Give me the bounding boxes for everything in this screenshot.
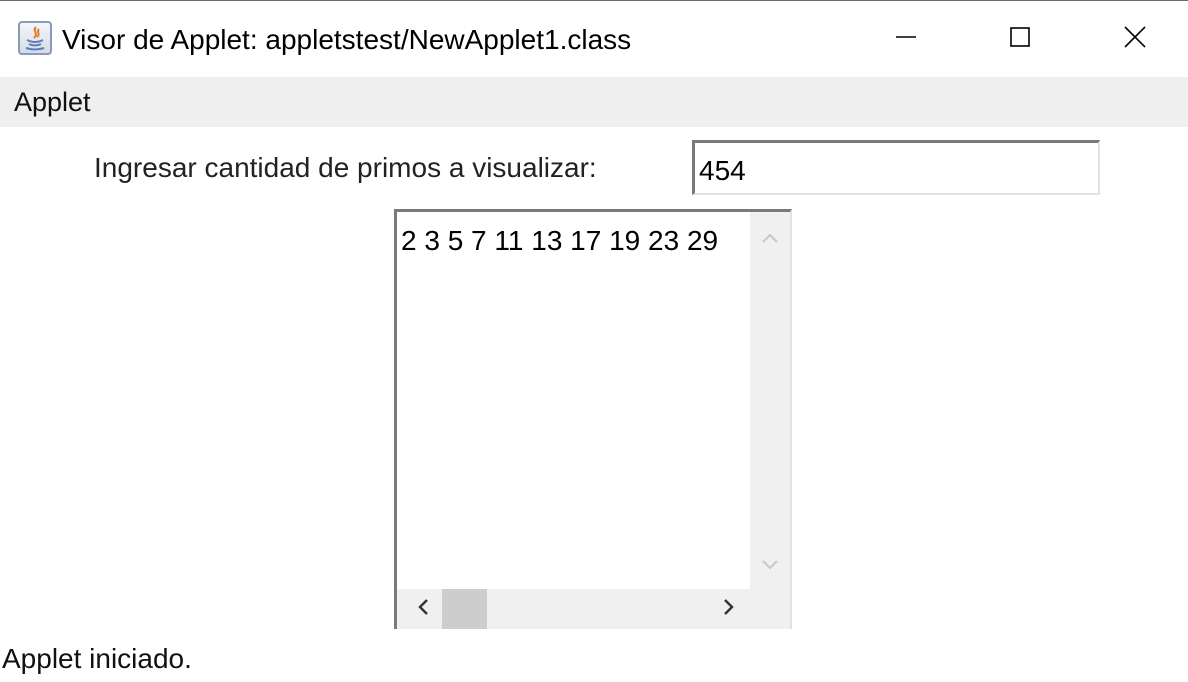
chevron-up-icon [761,231,779,249]
primes-output: 2 3 5 7 11 13 17 19 23 29 [401,225,719,256]
menu-applet[interactable]: Applet [14,86,91,118]
chevron-left-icon [417,598,429,621]
prime-count-label: Ingresar cantidad de primos a visualizar… [94,152,597,183]
scroll-down-button[interactable] [750,547,790,587]
vertical-scrollbar[interactable] [750,212,790,589]
maximize-icon [1009,26,1031,53]
window-title: Visor de Applet: appletstest/NewApplet1.… [62,24,632,55]
primes-text-area[interactable]: 2 3 5 7 11 13 17 19 23 29 [394,209,792,629]
scroll-up-button[interactable] [750,220,790,260]
minimize-icon [895,26,917,53]
java-applet-icon[interactable] [18,21,52,55]
status-text: Applet iniciado. [2,643,192,674]
title-bar[interactable]: Visor de Applet: appletstest/NewApplet1.… [0,0,1188,78]
horizontal-scroll-thumb[interactable] [442,589,487,629]
chevron-down-icon [761,558,779,576]
minimize-button[interactable] [848,2,963,77]
close-icon [1123,25,1147,54]
scrollbar-corner [750,589,790,629]
maximize-button[interactable] [962,2,1077,77]
close-button[interactable] [1077,2,1188,77]
horizontal-scrollbar[interactable] [397,589,750,629]
scroll-left-button[interactable] [403,589,443,629]
prime-count-input[interactable] [692,140,1100,195]
menu-bar: Applet [0,77,1188,127]
scroll-right-button[interactable] [709,589,749,629]
chevron-right-icon [723,598,735,621]
